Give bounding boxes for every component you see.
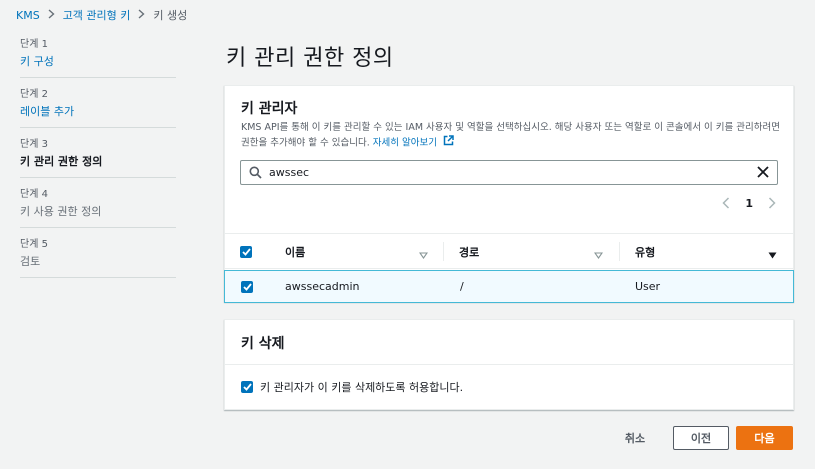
step-label: 키 사용 권한 정의: [20, 205, 102, 218]
search-input[interactable]: [269, 163, 749, 182]
chevron-right-icon: [138, 8, 145, 22]
next-button[interactable]: 다음: [736, 426, 793, 450]
close-icon[interactable]: [757, 166, 769, 181]
allow-deletion-checkbox[interactable]: 키 관리자가 이 키를 삭제하도록 허용합니다.: [241, 379, 463, 395]
description-text: KMS API를 통해 이 키를 관리할 수 있는 IAM 사용자 및 역할을 …: [241, 122, 780, 149]
step-label[interactable]: 키 구성: [20, 54, 176, 70]
column-header-type[interactable]: 유형: [635, 234, 655, 269]
external-link-icon[interactable]: [443, 135, 454, 151]
cancel-button[interactable]: 취소: [612, 426, 658, 450]
checkbox-checked-icon[interactable]: [240, 245, 252, 258]
step-number: 단계 2: [20, 89, 48, 100]
checkbox-label: 키 관리자가 이 키를 삭제하도록 허용합니다.: [260, 381, 464, 394]
step-number: 단계 3: [20, 139, 48, 150]
step-2[interactable]: 단계 2 레이블 추가: [20, 88, 176, 120]
step-number: 단계 1: [20, 39, 48, 50]
divider: [20, 277, 176, 278]
divider: [20, 177, 176, 178]
sort-descending-icon[interactable]: [768, 248, 777, 262]
step-5: 단계 5 검토: [20, 238, 176, 270]
column-header-path[interactable]: 경로: [459, 234, 479, 269]
page-title: 키 관리 권한 정의: [226, 46, 394, 71]
divider: [20, 227, 176, 228]
step-label: 검토: [20, 255, 41, 268]
divider: [20, 77, 176, 78]
step-4: 단계 4 키 사용 권한 정의: [20, 188, 176, 220]
column-divider: [619, 242, 620, 261]
key-deletion-panel: 키 삭제 키 관리자가 이 키를 삭제하도록 허용합니다.: [224, 319, 794, 410]
cell-name: awssecadmin: [285, 280, 360, 293]
chevron-right-icon: [48, 8, 55, 22]
sort-icon[interactable]: [593, 248, 604, 262]
key-administrators-panel: 키 관리자 KMS API를 통해 이 키를 관리할 수 있는 IAM 사용자 …: [224, 85, 794, 303]
cell-path: /: [460, 280, 464, 293]
divider: [20, 127, 176, 128]
chevron-right-icon[interactable]: [765, 196, 779, 210]
step-label: 키 관리 권한 정의: [20, 155, 103, 168]
panel-description: KMS API를 통해 이 키를 관리할 수 있는 IAM 사용자 및 역할을 …: [241, 120, 781, 151]
learn-more-link[interactable]: 자세히 알아보기: [373, 138, 437, 149]
search-icon: [249, 166, 262, 182]
step-3: 단계 3 키 관리 권한 정의: [20, 138, 176, 170]
sort-icon[interactable]: [418, 248, 429, 262]
previous-button[interactable]: 이전: [673, 426, 729, 450]
search-field[interactable]: [240, 160, 778, 185]
panel-title: 키 관리자: [241, 101, 298, 117]
step-1[interactable]: 단계 1 키 구성: [20, 38, 176, 70]
cell-type: User: [635, 280, 661, 293]
page-number[interactable]: 1: [745, 197, 753, 210]
step-number: 단계 5: [20, 239, 48, 250]
breadcrumb-kms[interactable]: KMS: [16, 9, 40, 22]
chevron-left-icon[interactable]: [719, 196, 733, 210]
breadcrumb-current: 키 생성: [153, 9, 188, 22]
step-label[interactable]: 레이블 추가: [20, 104, 176, 120]
panel-title: 키 삭제: [241, 336, 285, 352]
pagination: 1: [719, 196, 779, 210]
checkbox-checked-icon[interactable]: [241, 280, 253, 293]
select-all-checkbox[interactable]: [240, 234, 252, 269]
row-checkbox[interactable]: [241, 271, 253, 302]
column-header-name[interactable]: 이름: [285, 234, 305, 269]
divider: [225, 364, 793, 365]
column-divider: [443, 242, 444, 261]
breadcrumb: KMS 고객 관리형 키 키 생성: [16, 7, 187, 23]
step-number: 단계 4: [20, 189, 48, 200]
table-header: 이름 경로 유형: [225, 233, 793, 269]
table-row[interactable]: awssecadmin / User: [224, 270, 794, 303]
checkbox-checked-icon[interactable]: [241, 381, 253, 393]
breadcrumb-customer-managed-keys[interactable]: 고객 관리형 키: [63, 7, 131, 23]
